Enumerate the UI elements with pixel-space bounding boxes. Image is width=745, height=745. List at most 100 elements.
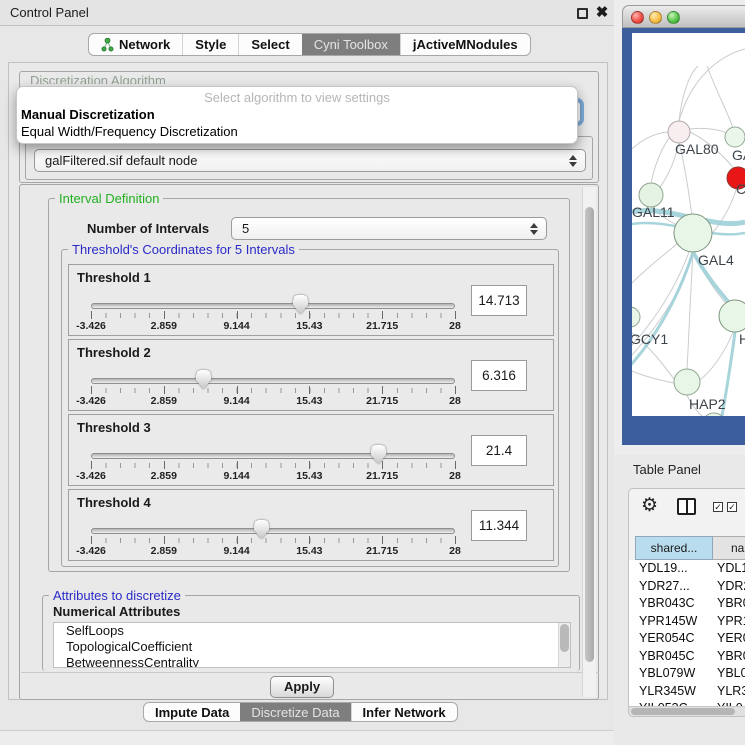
table-row[interactable]: YDR27...YDR2 — [629, 578, 745, 596]
tick-label: 15.43 — [296, 545, 322, 557]
column-header-name[interactable]: na — [713, 536, 745, 560]
tick-label: 9.144 — [223, 320, 249, 332]
number-of-intervals-label: Number of Intervals — [87, 221, 209, 236]
threshold-2-slider-handle[interactable] — [196, 370, 211, 389]
tab-network-label: Network — [119, 37, 170, 52]
tab-impute-data[interactable]: Impute Data — [144, 703, 240, 721]
tab-infer-network[interactable]: Infer Network — [351, 703, 457, 721]
threshold-2-value-field[interactable]: 6.316 — [471, 360, 527, 391]
threshold-1-label: Threshold 1 — [77, 270, 151, 285]
threshold-3-slider-track[interactable] — [91, 453, 455, 459]
cell: YBR043C — [639, 595, 695, 613]
cell: YDL1 — [717, 560, 745, 578]
node-gal4[interactable] — [674, 214, 712, 252]
column-header-shared-name[interactable]: shared... — [635, 536, 713, 560]
apply-button[interactable]: Apply — [270, 676, 334, 698]
threshold-4-slider-handle[interactable] — [254, 520, 269, 539]
slider-tick-labels: -3.426 2.859 9.144 15.43 21.715 28 — [91, 320, 455, 332]
cell: YPR1 — [717, 613, 745, 631]
dropdown-hint: Select algorithm to view settings — [17, 90, 577, 105]
table-horizontal-scrollbar[interactable] — [629, 706, 745, 716]
node-hap-right[interactable] — [719, 300, 745, 332]
checkbox-icon[interactable]: ✓ — [727, 502, 737, 512]
close-icon[interactable]: ✖ — [594, 3, 610, 23]
tab-jactivemnodules[interactable]: jActiveMNodules — [400, 34, 530, 55]
table-panel: Table Panel ⚙ ✓ ✓ shared... na YDL19...Y… — [614, 455, 745, 745]
threshold-1-slider-handle[interactable] — [293, 295, 308, 314]
tick-label: 9.144 — [223, 545, 249, 557]
threshold-1-box: Threshold 1 -3.426 2.859 9.144 15.43 21.… — [68, 264, 554, 336]
gear-icon[interactable]: ⚙ — [641, 495, 658, 517]
threshold-3-slider-handle[interactable] — [371, 445, 386, 464]
tab-select[interactable]: Select — [238, 34, 301, 55]
slider-tick-labels: -3.426 2.859 9.144 15.43 21.715 28 — [91, 545, 455, 557]
tab-discretize-label: Discretize Data — [251, 705, 339, 720]
list-item[interactable]: SelfLoops — [54, 623, 570, 639]
threshold-4-slider-track[interactable] — [91, 528, 455, 534]
tick — [455, 536, 456, 544]
interval-definition-group: Interval Definition Number of Intervals … — [48, 198, 570, 572]
node-gcy1[interactable] — [632, 307, 640, 327]
threshold-2-slider-track[interactable] — [91, 378, 455, 384]
threshold-2-label: Threshold 2 — [77, 345, 151, 360]
tick-label: -3.426 — [76, 545, 106, 557]
tab-cyni-label: Cyni Toolbox — [314, 37, 388, 52]
tick-label: -3.426 — [76, 395, 106, 407]
tick — [309, 311, 310, 319]
table-rows: YDL19...YDL1 YDR27...YDR2 YBR043CYBR0 YP… — [629, 560, 745, 706]
table-row[interactable]: YLR345WYLR3 — [629, 683, 745, 701]
node-label-gal4: GAL4 — [698, 252, 734, 268]
tab-style[interactable]: Style — [182, 34, 238, 55]
tab-cyni-toolbox[interactable]: Cyni Toolbox — [302, 34, 400, 55]
node-top-right[interactable] — [725, 127, 745, 147]
threshold-1-slider-track[interactable] — [91, 303, 455, 309]
table-row[interactable]: YPR145WYPR1 — [629, 613, 745, 631]
node-label-partial-c: C — [736, 181, 745, 197]
tab-discretize-data[interactable]: Discretize Data — [240, 703, 350, 721]
algorithm-dropdown-popup: Select algorithm to view settings Manual… — [16, 86, 578, 144]
list-item[interactable]: TopologicalCoefficient — [54, 639, 570, 655]
dropdown-option-manual[interactable]: Manual Discretization — [21, 107, 155, 122]
float-window-icon[interactable] — [577, 8, 588, 19]
tick-label: 28 — [449, 320, 461, 332]
tick-label: -3.426 — [76, 320, 106, 332]
tick-label: 28 — [449, 395, 461, 407]
tick — [382, 536, 383, 544]
minimize-traffic-light[interactable] — [649, 11, 662, 24]
slider-minor-ticks — [91, 538, 456, 543]
node-gal80[interactable] — [668, 121, 690, 143]
tick — [237, 386, 238, 394]
tab-network[interactable]: Network — [89, 34, 182, 55]
cell: YLR345W — [639, 683, 696, 701]
table-row[interactable]: YBR043CYBR0 — [629, 595, 745, 613]
network-window-titlebar[interactable] — [622, 5, 745, 28]
attributes-list-scrollbar[interactable] — [558, 623, 570, 667]
number-of-intervals-combobox[interactable]: 5 — [231, 217, 547, 240]
table-data-value: galFiltered.sif default node — [45, 150, 197, 171]
checkbox-icon[interactable]: ✓ — [713, 502, 723, 512]
zoom-traffic-light[interactable] — [667, 11, 680, 24]
threshold-3-value-field[interactable]: 21.4 — [471, 435, 527, 466]
table-row[interactable]: YDL19...YDL1 — [629, 560, 745, 578]
node-label-gal11: GAL11 — [632, 204, 675, 220]
threshold-1-value-field[interactable]: 14.713 — [471, 285, 527, 316]
list-item[interactable]: BetweennessCentrality — [54, 655, 570, 668]
threshold-4-value-field[interactable]: 11.344 — [471, 510, 527, 541]
table-data-combobox[interactable]: galFiltered.sif default node — [34, 149, 586, 172]
dropdown-option-equal-width[interactable]: Equal Width/Frequency Discretization — [21, 124, 238, 139]
attributes-group: Attributes to discretize Numerical Attri… — [42, 595, 580, 671]
tick-label: 2.859 — [151, 395, 177, 407]
columns-icon[interactable] — [677, 498, 696, 515]
table-row[interactable]: YER054CYER0 — [629, 630, 745, 648]
close-traffic-light[interactable] — [631, 11, 644, 24]
table-row[interactable]: YBR045CYBR0 — [629, 648, 745, 666]
network-canvas[interactable]: GAL80 GA C GAL11 GAL4 GCY1 H HAP2 — [632, 33, 745, 416]
tick-label: 15.43 — [296, 395, 322, 407]
tick-label: 28 — [449, 545, 461, 557]
tick — [91, 461, 92, 469]
top-tabbar: Network Style Select Cyni Toolbox jActiv… — [88, 33, 531, 56]
settings-scrollbar[interactable] — [582, 187, 596, 697]
node-label-hap2: HAP2 — [689, 396, 726, 412]
node-hap2[interactable] — [674, 369, 700, 395]
table-row[interactable]: YBL079WYBL0 — [629, 665, 745, 683]
